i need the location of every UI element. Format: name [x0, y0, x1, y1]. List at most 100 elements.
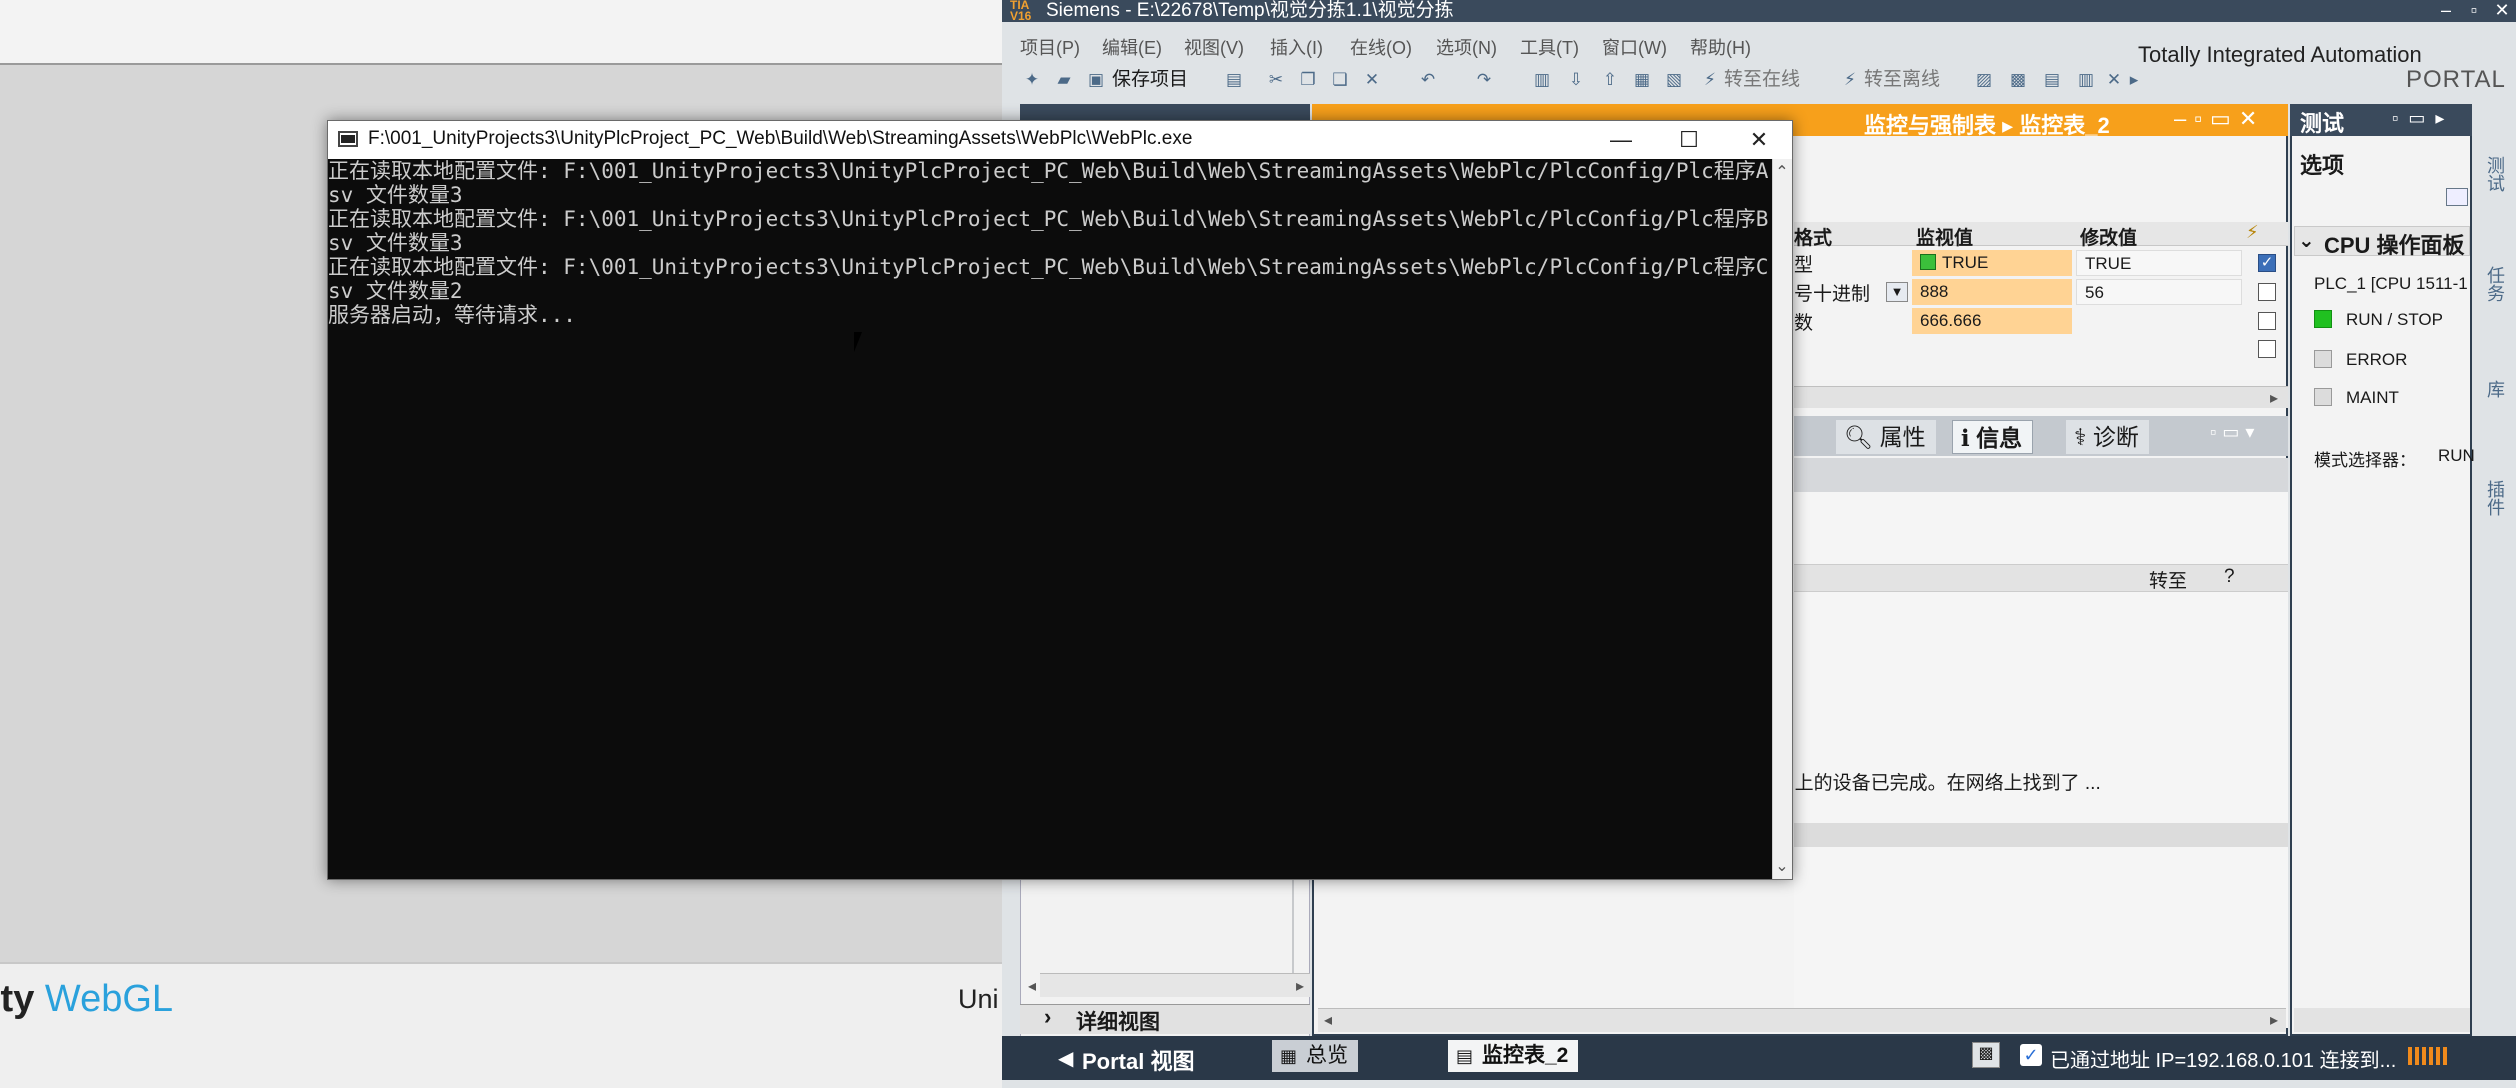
- open-project-icon[interactable]: ▰: [1052, 68, 1076, 92]
- modify-checkbox[interactable]: [2258, 312, 2276, 330]
- cpu-panel-title: CPU 操作面板: [2324, 233, 2465, 258]
- chevron-right-icon[interactable]: ›: [1044, 1004, 1051, 1030]
- inspector-window-controls[interactable]: ▫▭▾: [2210, 422, 2260, 443]
- split-vertical-icon[interactable]: ▥: [2074, 68, 2098, 92]
- simulation-icon[interactable]: ▦: [1630, 68, 1654, 92]
- scroll-right-icon[interactable]: ▸: [1290, 976, 1310, 996]
- task-card-controls[interactable]: ▫▭▸: [2392, 108, 2454, 129]
- options-icon[interactable]: [2446, 188, 2468, 206]
- unity-logo-text: ity: [0, 978, 35, 1020]
- modify-value-cell[interactable]: TRUE: [2076, 250, 2242, 276]
- new-project-icon[interactable]: ✦: [1020, 68, 1044, 92]
- console-maximize-icon[interactable]: ☐: [1654, 122, 1724, 158]
- console-close-icon[interactable]: ✕: [1724, 122, 1794, 158]
- menu-online[interactable]: 在线(O): [1350, 34, 1412, 60]
- overview-label: 总览: [1306, 1044, 1348, 1067]
- tab-info[interactable]: ℹ︎ 信息: [1952, 420, 2034, 454]
- go-online-button[interactable]: 转至在线: [1724, 68, 1800, 92]
- save-project-icon[interactable]: ▣: [1084, 68, 1108, 92]
- go-offline-button[interactable]: 转至离线: [1864, 68, 1940, 92]
- menu-window[interactable]: 窗口(W): [1602, 34, 1667, 60]
- console-output[interactable]: 正在读取本地配置文件: F:\001_UnityProjects3\UnityP…: [328, 159, 1772, 879]
- go-online-icon[interactable]: ⚡: [1698, 68, 1722, 92]
- editor-breadcrumb: 监控与强制表 ▸ 监控表_2: [1864, 113, 2110, 138]
- unity-build-title: Uni: [958, 984, 999, 1014]
- copy-icon[interactable]: ❐: [1296, 68, 1320, 92]
- detail-view-bar[interactable]: [1020, 1004, 1310, 1034]
- close-icon[interactable]: ✕: [2490, 0, 2514, 22]
- tab-properties-label: 属性: [1879, 424, 1926, 450]
- modify-checkbox[interactable]: [2258, 340, 2276, 358]
- force-icon[interactable]: ⚡: [2246, 222, 2259, 243]
- editor-window-controls[interactable]: –▫▭✕: [2174, 106, 2265, 132]
- start-simulation-icon[interactable]: ▧: [1662, 68, 1686, 92]
- format-dropdown-icon[interactable]: ▼: [1886, 282, 1908, 302]
- scroll-right-icon[interactable]: ▸: [2264, 388, 2284, 408]
- side-tab-testing[interactable]: 测试: [2478, 156, 2508, 192]
- browser-top-area: [0, 0, 1002, 65]
- menu-edit[interactable]: 编辑(E): [1102, 34, 1162, 60]
- modify-checkbox[interactable]: [2258, 283, 2276, 301]
- scroll-down-icon[interactable]: ⌄: [1772, 856, 1792, 876]
- goto-column[interactable]: 转至: [2149, 566, 2187, 593]
- redo-icon[interactable]: ↷: [1472, 68, 1496, 92]
- side-tab-addins[interactable]: 插件: [2478, 480, 2508, 516]
- column-format[interactable]: 格式: [1794, 223, 1832, 250]
- watch-table-tab-label: 监控表_2: [1482, 1044, 1569, 1067]
- undo-icon[interactable]: ↶: [1416, 68, 1440, 92]
- plc-name: PLC_1 [CPU 1511-1: [2314, 274, 2468, 293]
- chevron-down-icon[interactable]: ⌄: [2298, 228, 2315, 253]
- connection-status-text[interactable]: 已通过地址 IP=192.168.0.101 连接到...: [2050, 1044, 2396, 1073]
- console-minimize-icon[interactable]: —: [1586, 122, 1656, 158]
- modify-checkbox[interactable]: ✓: [2258, 254, 2276, 272]
- project-tree-scrollbar[interactable]: [1040, 973, 1310, 997]
- help-column[interactable]: ?: [2224, 566, 2235, 588]
- download-icon[interactable]: ⇩: [1564, 68, 1588, 92]
- watch-table-scrollbar[interactable]: [1794, 386, 2288, 408]
- info-icon: ℹ︎: [1961, 425, 1977, 451]
- task-card-scrollbar[interactable]: [2294, 1008, 2470, 1032]
- menu-tools[interactable]: 工具(T): [1520, 34, 1579, 60]
- modify-value-cell[interactable]: 56: [2076, 279, 2242, 305]
- tab-properties[interactable]: 🔍︎ 属性: [1836, 420, 1936, 454]
- menu-view[interactable]: 视图(V): [1184, 34, 1244, 60]
- split-horizontal-icon[interactable]: ▤: [2040, 68, 2064, 92]
- save-project-button[interactable]: 保存项目: [1112, 68, 1188, 92]
- delete-icon[interactable]: ✕: [1360, 68, 1384, 92]
- print-icon[interactable]: ▤: [1222, 68, 1246, 92]
- tia-brand-portal: PORTAL: [2406, 66, 2506, 93]
- side-tab-libraries[interactable]: 库: [2478, 380, 2508, 398]
- console-line: sv 文件数量2: [328, 279, 463, 303]
- column-monitor-value[interactable]: 监视值: [1916, 223, 1973, 250]
- maximize-icon[interactable]: ▫: [2462, 0, 2486, 22]
- watch-table-icon: ▤: [1456, 1046, 1474, 1066]
- paste-icon[interactable]: ❏: [1328, 68, 1352, 92]
- console-scrollbar[interactable]: [1772, 159, 1792, 879]
- cross-reference-icon[interactable]: ▩: [2006, 68, 2030, 92]
- menu-options[interactable]: 选项(N): [1436, 34, 1497, 60]
- portal-back-icon[interactable]: ◀: [1058, 1046, 1073, 1071]
- compile-icon[interactable]: ▥: [1530, 68, 1554, 92]
- editor-scrollbar[interactable]: [1318, 1008, 2286, 1032]
- accessible-devices-icon[interactable]: ▨: [1972, 68, 1996, 92]
- upload-icon[interactable]: ⇧: [1598, 68, 1622, 92]
- scroll-right-icon[interactable]: ▸: [2264, 1010, 2284, 1030]
- menu-project[interactable]: 项目(P): [1020, 34, 1080, 60]
- tia-title-bar[interactable]: TIA V16 Siemens - E:\22678\Temp\视觉分拣1.1\…: [1002, 0, 2516, 22]
- menu-help[interactable]: 帮助(H): [1690, 34, 1751, 60]
- mode-selector-value[interactable]: RUN: [2438, 446, 2475, 466]
- row-format: 型: [1794, 255, 1814, 276]
- menu-insert[interactable]: 插入(I): [1270, 34, 1323, 60]
- portal-view-button[interactable]: Portal 视图: [1082, 1044, 1194, 1076]
- scroll-left-icon[interactable]: ◂: [1318, 1010, 1338, 1030]
- tab-diagnostics[interactable]: ⚕︎ 诊断: [2066, 420, 2149, 454]
- go-offline-icon[interactable]: ⚡: [1838, 68, 1862, 92]
- network-icon[interactable]: ▩: [1972, 1042, 2000, 1068]
- toolbar-more-icon[interactable]: ▸: [2122, 68, 2146, 92]
- scroll-left-icon[interactable]: ◂: [1022, 976, 1042, 996]
- cut-icon[interactable]: ✂: [1264, 68, 1288, 92]
- minimize-icon[interactable]: –: [2434, 0, 2458, 22]
- column-modify-value[interactable]: 修改值: [2080, 223, 2137, 250]
- scroll-up-icon[interactable]: ⌃: [1772, 162, 1792, 182]
- side-tab-tasks[interactable]: 任务: [2478, 266, 2508, 302]
